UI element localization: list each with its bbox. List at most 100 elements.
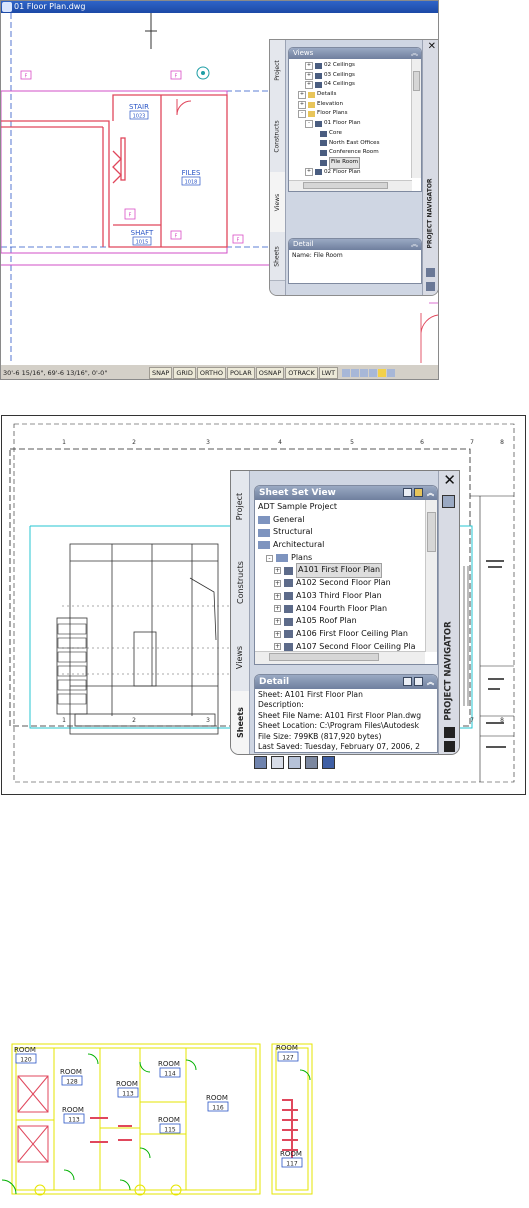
tab-project[interactable]: Project <box>270 40 285 101</box>
tree-item[interactable]: +03 Ceilings <box>291 71 409 81</box>
transmit-icon[interactable] <box>288 756 301 769</box>
publish-icon[interactable] <box>254 756 267 769</box>
tab-views[interactable]: Views <box>231 623 249 692</box>
expand-icon[interactable]: + <box>298 90 306 99</box>
osnap-button[interactable]: OSNAP <box>255 366 285 379</box>
sheet-set-view-header[interactable]: Sheet Set View ︽ <box>255 486 437 500</box>
expand-icon[interactable]: + <box>305 71 313 80</box>
tree-item[interactable]: ADT Sample Project <box>258 501 424 514</box>
expand-icon[interactable]: + <box>274 567 281 575</box>
snap-button[interactable]: SNAP <box>149 366 173 379</box>
tree-item[interactable]: + Details <box>291 90 409 100</box>
tab-constructs[interactable]: Constructs <box>270 100 285 173</box>
tree-item[interactable]: + A106 First Floor Ceiling Plan <box>258 628 424 641</box>
otrack-button[interactable]: OTRACK <box>285 366 318 379</box>
tree-item[interactable]: + A101 First Floor Plan <box>258 563 424 579</box>
tree-item[interactable]: North East Offices <box>291 139 409 149</box>
sheet-edit-icon[interactable] <box>414 488 423 497</box>
archive-icon[interactable] <box>305 756 318 769</box>
scroll-thumb[interactable] <box>413 71 420 91</box>
tree-item[interactable]: + A102 Second Floor Plan <box>258 577 424 590</box>
detail-pane-header[interactable]: Detail ︽ <box>289 239 421 250</box>
collapse-chevron-icon[interactable]: ︽ <box>427 675 434 689</box>
window-title-bar[interactable]: 01 Floor Plan.dwg <box>1 1 438 13</box>
tab-constructs[interactable]: Constructs <box>231 541 249 624</box>
collapse-icon[interactable]: - <box>266 554 273 562</box>
preview-view-icon[interactable] <box>414 677 423 686</box>
detail-line-location: Sheet Location: C:\Program Files\Autodes… <box>258 721 420 731</box>
views-pane-header[interactable]: Views ︽ <box>289 48 421 59</box>
sheet-tree-vertical-scrollbar[interactable] <box>425 500 437 652</box>
collapse-chevron-icon[interactable]: ︽ <box>411 239 418 250</box>
expand-icon[interactable]: + <box>274 605 281 613</box>
detail-view-icon[interactable] <box>403 677 412 686</box>
tree-item[interactable]: +02 Ceilings <box>291 61 409 71</box>
sheet-list-view-icon[interactable] <box>403 488 412 497</box>
navigator-tab-strip: Project Constructs Views Sheets <box>231 471 250 754</box>
scroll-thumb[interactable] <box>269 653 379 661</box>
collapse-icon[interactable]: - <box>305 119 313 128</box>
collapse-chevron-icon[interactable]: ︽ <box>427 486 434 500</box>
refresh-icon[interactable] <box>322 756 335 769</box>
tree-item[interactable]: Core <box>291 129 409 139</box>
polar-button[interactable]: POLAR <box>226 366 255 379</box>
sheet-tree-horizontal-scrollbar[interactable] <box>255 651 425 664</box>
room-tag-name: ROOM <box>116 1080 138 1088</box>
properties-menu-icon[interactable] <box>444 741 455 752</box>
tree-item[interactable]: File Room <box>291 156 409 169</box>
tree-item[interactable]: + A103 Third Floor Plan <box>258 590 424 603</box>
expand-icon[interactable]: + <box>305 61 313 70</box>
room-tag-number: 127 <box>282 1055 294 1062</box>
sheet-detail-header[interactable]: Detail ︽ <box>255 675 437 689</box>
tree-item-label: Architectural <box>273 540 325 550</box>
close-icon[interactable]: ✕ <box>428 41 436 52</box>
expand-icon[interactable]: + <box>305 81 313 90</box>
grid-button[interactable]: GRID <box>173 366 196 379</box>
tree-item[interactable]: Structural <box>258 526 424 539</box>
views-horizontal-scrollbar[interactable] <box>289 180 412 191</box>
folder-icon <box>276 554 288 563</box>
tray-icon-1[interactable] <box>342 368 351 377</box>
close-icon[interactable]: ✕ <box>443 471 456 489</box>
expand-icon[interactable]: + <box>274 630 281 638</box>
folder-icon <box>308 101 315 108</box>
expand-icon[interactable]: + <box>274 592 281 600</box>
tree-item[interactable]: - Floor Plans <box>291 109 409 119</box>
collapse-icon[interactable]: - <box>298 110 306 119</box>
tree-item[interactable]: Architectural <box>258 539 424 552</box>
project-navigator-sheets-palette[interactable]: Project Constructs Views Sheets Sheet Se… <box>230 470 460 755</box>
tree-item[interactable]: - 01 Floor Plan <box>291 119 409 129</box>
expand-icon[interactable]: + <box>274 643 281 651</box>
sheet-set-icon[interactable] <box>442 495 455 508</box>
lightbulb-icon[interactable] <box>378 368 387 377</box>
collapse-chevron-icon[interactable]: ︽ <box>411 48 418 59</box>
tab-sheets[interactable]: Sheets <box>231 691 249 754</box>
plot-icon[interactable] <box>271 756 284 769</box>
tray-icon-2[interactable] <box>351 368 360 377</box>
tab-project[interactable]: Project <box>231 471 249 542</box>
expand-icon[interactable]: + <box>274 579 281 587</box>
tree-item[interactable]: General <box>258 514 424 527</box>
scroll-thumb[interactable] <box>303 182 388 189</box>
tree-item[interactable]: + Elevation <box>291 100 409 110</box>
views-vertical-scrollbar[interactable] <box>411 59 421 178</box>
tray-icon-4[interactable] <box>369 368 378 377</box>
tree-item[interactable]: +04 Ceilings <box>291 80 409 90</box>
tab-views[interactable]: Views <box>270 172 285 233</box>
expand-icon[interactable]: + <box>305 168 313 177</box>
tree-item[interactable]: + A104 Fourth Floor Plan <box>258 603 424 616</box>
tab-sheets[interactable]: Sheets <box>270 232 285 281</box>
tree-item[interactable]: + A105 Roof Plan <box>258 615 424 628</box>
lwt-button[interactable]: LWT <box>318 366 339 379</box>
autohide-icon[interactable] <box>444 727 455 738</box>
ortho-button[interactable]: ORTHO <box>196 366 226 379</box>
project-navigator-palette[interactable]: Project Constructs Views Sheets Views ︽ … <box>269 39 438 296</box>
tree-item[interactable]: +02 Floor Plan <box>291 168 409 178</box>
expand-icon[interactable]: + <box>298 100 306 109</box>
expand-icon[interactable]: + <box>274 618 281 626</box>
tray-icon-6[interactable] <box>387 368 396 377</box>
tray-icon-3[interactable] <box>360 368 369 377</box>
properties-menu-icon[interactable] <box>426 282 435 291</box>
autohide-icon[interactable] <box>426 268 435 277</box>
scroll-thumb[interactable] <box>427 512 436 552</box>
